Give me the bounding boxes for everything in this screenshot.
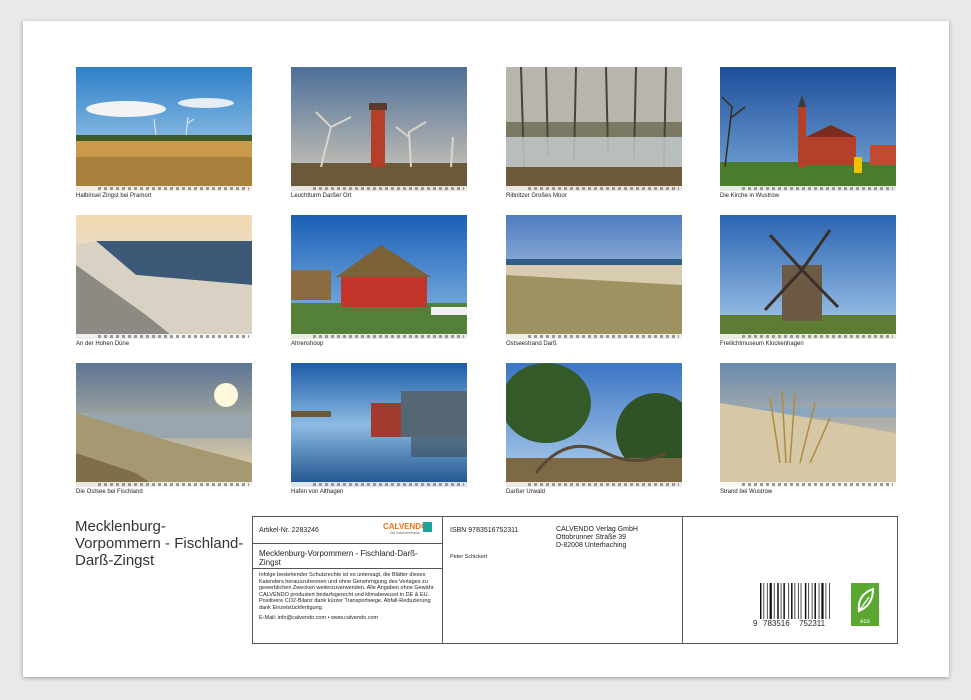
barcode-icon: [760, 583, 830, 619]
thumbnail-caption: Ahrenshoop: [291, 341, 324, 347]
thumbnail-caption: Die Ostsee bei Fischland: [76, 489, 143, 495]
thumbnail-caption: Ribnitzer Großes Moor: [506, 193, 567, 199]
publisher-line: Ottobrunner Straße 39: [556, 534, 627, 541]
thumbnail-12: [720, 363, 896, 487]
author: Peter Schickert: [450, 554, 488, 560]
barcode-digits-right: 752311: [799, 619, 826, 628]
thumbnail-7: [506, 215, 682, 339]
thumbnail-caption: Strand bei Wustrow: [720, 489, 773, 495]
thumbnail-3: [506, 67, 682, 191]
thumbnail-caption: Halbinsel Zingst bei Pramort: [76, 193, 152, 199]
thumbnail-caption: An der Hohen Düne: [76, 341, 130, 347]
barcode-digit-prefix: 9: [753, 619, 758, 628]
calvendo-mark-icon: [423, 522, 432, 532]
eco-badge: eco: [851, 583, 879, 626]
thumbnail-1: [76, 67, 252, 191]
publisher-address: CALVENDO Verlag GmbH Ottobrunner Straße …: [556, 526, 638, 550]
barcode-digits-left: 783516: [763, 619, 790, 628]
thumbnail-2: [291, 67, 467, 191]
contact-email: E-Mail: info@calvendo.com • www.calvendo…: [259, 615, 379, 621]
thumbnail-caption: Hafen von Althagen: [291, 489, 344, 495]
eco-label: eco: [860, 619, 870, 625]
product-info-box: Artikel-Nr. 2283246 CALVENDO Die Kalende…: [252, 516, 898, 644]
product-title: Mecklenburg-Vorpommern - Fischland-Darß-…: [259, 549, 418, 567]
thumbnail-11: [506, 363, 682, 487]
thumbnail-6: [291, 215, 467, 339]
publisher-line: D-82008 Unterhaching: [556, 542, 627, 549]
thumbnail-caption: Die Kirche in Wustrow: [720, 193, 779, 199]
thumbnail-4: [720, 67, 896, 191]
thumbnail-8: [720, 215, 896, 339]
leaf-icon: [857, 587, 875, 613]
thumbnail-caption: Ostseestrand Darß: [506, 341, 557, 347]
thumbnail-caption: Darßer Urwald: [506, 489, 546, 495]
thumbnail-9: [76, 363, 252, 487]
legal-notice: Infolge bestehender Schutzrechte ist es …: [259, 572, 435, 611]
calvendo-logo-subtitle: Die Kalendermarke: [390, 531, 420, 535]
thumbnail-10: [291, 363, 467, 487]
thumbnail-5: [76, 215, 252, 339]
article-number: Artikel-Nr. 2283246: [259, 527, 319, 534]
calvendo-logo: CALVENDO: [383, 522, 428, 531]
calendar-title: Mecklenburg-Vorpommern - Fischland-Darß-…: [75, 518, 244, 569]
publisher-line: CALVENDO Verlag GmbH: [556, 526, 638, 533]
isbn: ISBN 9783516752311: [450, 527, 519, 534]
thumbnail-caption: Freilichtmuseum Klockenhagen: [720, 341, 804, 347]
thumbnail-caption: Leuchtturm Darßer Ort: [291, 193, 352, 199]
